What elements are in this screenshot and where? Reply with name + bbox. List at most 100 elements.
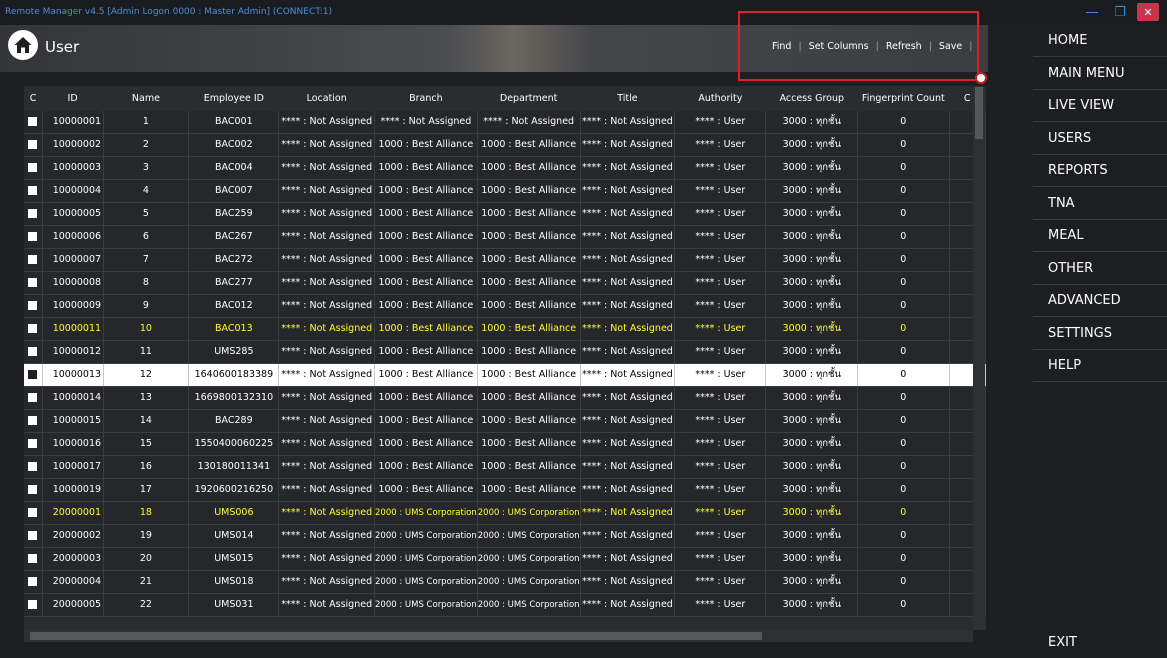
home-icon[interactable] [8,30,38,60]
cell-emp: BAC277 [188,271,280,295]
row-checkbox[interactable] [28,393,38,402]
sidebar-item-reports[interactable]: REPORTS [1033,155,1167,187]
exit-button[interactable]: EXIT [1033,627,1167,658]
sidebar-item-other[interactable]: OTHER [1033,253,1167,285]
row-checkbox[interactable] [28,209,38,218]
table-row[interactable]: 10000015 14 BAC289 **** : Not Assigned 1000 … [24,409,986,433]
vertical-scrollbar[interactable] [973,87,985,630]
cell-fp: 0 [857,340,950,364]
row-checkbox[interactable] [28,140,38,149]
row-checkbox[interactable] [28,600,38,609]
cell-id: 10000003 [42,156,104,180]
row-checkbox[interactable] [28,186,38,195]
row-checkbox[interactable] [28,347,38,356]
row-checkbox[interactable] [28,462,38,471]
table-row[interactable]: 20000002 19 UMS014 **** : Not Assigned 2000 … [24,524,986,548]
cell-branch: 2000 : UMS Corporation [374,547,478,571]
row-checkbox[interactable] [28,531,38,540]
cell-fp: 0 [857,524,950,548]
sidebar-item-main-menu[interactable]: MAIN MENU [1033,58,1167,90]
column-header[interactable]: Employee ID [188,86,279,111]
table-row[interactable]: 10000014 13 1669800132310 **** : Not Assign… [24,386,986,410]
table-row[interactable]: 10000002 2 BAC002 **** : Not Assigned 1000 :… [24,133,986,157]
cell-auth: **** : User [674,179,767,203]
table-row[interactable]: 20000004 21 UMS018 **** : Not Assigned 2000 … [24,570,986,594]
cell-emp: 1640600183389 [188,363,280,387]
table-row[interactable]: 10000005 5 BAC259 **** : Not Assigned 1000 :… [24,202,986,226]
cell-auth: **** : User [674,248,767,272]
table-row[interactable]: 10000004 4 BAC007 **** : Not Assigned 1000 :… [24,179,986,203]
table-row[interactable]: 10000001 1 BAC001 **** : Not Assigned **** :… [24,111,986,134]
close-icon[interactable]: ✕ [1137,3,1159,21]
column-header[interactable]: Department [477,86,581,111]
page-title: User [45,38,80,56]
minimize-icon[interactable]: — [1081,3,1103,21]
table-row[interactable]: 10000017 16 130180011341 **** : Not Assigne… [24,455,986,479]
row-checkbox[interactable] [28,324,38,333]
table-row[interactable]: 20000003 20 UMS015 **** : Not Assigned 2000 … [24,547,986,571]
column-header[interactable]: Fingerprint Count [857,86,949,111]
table-row[interactable]: 10000013 12 1640600183389 **** : Not Assign… [24,363,986,387]
row-checkbox[interactable] [28,163,38,172]
row-checkbox[interactable] [28,301,38,310]
table-row[interactable]: 10000012 11 UMS285 **** : Not Assigned 1000 … [24,340,986,364]
cell-name: 1 [103,111,190,134]
column-header[interactable]: C [24,86,43,111]
table-row[interactable]: 20000001 18 UMS006 **** : Not Assigned 2000 … [24,501,986,525]
cell-emp: BAC007 [188,179,280,203]
row-checkbox[interactable] [28,439,38,448]
row-checkbox[interactable] [28,255,38,264]
cell-emp: UMS018 [188,570,280,594]
cell-group: 3000 : ทุกชั้น [765,111,859,134]
sidebar-item-tna[interactable]: TNA [1033,188,1167,220]
row-checkbox[interactable] [28,117,38,126]
table-row[interactable]: 10000006 6 BAC267 **** : Not Assigned 1000 :… [24,225,986,249]
sidebar-item-help[interactable]: HELP [1033,350,1167,382]
table-row[interactable]: 10000003 3 BAC004 **** : Not Assigned 1000 :… [24,156,986,180]
restore-icon[interactable]: ❐ [1109,3,1131,21]
column-header[interactable]: Location [278,86,375,111]
cell-loc: **** : Not Assigned [278,202,375,226]
row-checkbox[interactable] [28,485,38,494]
sidebar-item-live-view[interactable]: LIVE VIEW [1033,90,1167,122]
column-chooser-icon[interactable] [975,72,987,84]
table-row[interactable]: 10000009 9 BAC012 **** : Not Assigned 1000 :… [24,294,986,318]
row-checkbox-cell [24,271,43,295]
column-header[interactable]: Name [103,86,189,111]
cell-emp: UMS014 [188,524,280,548]
column-header[interactable]: Branch [374,86,478,111]
cell-dept: 1000 : Best Alliance [477,455,581,479]
sidebar-item-home[interactable]: HOME [1033,25,1167,57]
table-row[interactable]: 20000005 22 UMS031 **** : Not Assigned 2000 … [24,593,986,617]
row-checkbox[interactable] [28,577,38,586]
column-header[interactable]: ID [42,86,104,111]
row-checkbox[interactable] [28,508,38,517]
sidebar-item-users[interactable]: USERS [1033,123,1167,155]
row-checkbox[interactable] [28,416,38,425]
scrollbar-thumb[interactable] [975,87,983,139]
row-checkbox[interactable] [28,278,38,287]
sidebar-item-advanced[interactable]: ADVANCED [1033,285,1167,317]
cell-fp: 0 [857,111,950,134]
row-checkbox[interactable] [28,554,38,563]
sidebar-item-settings[interactable]: SETTINGS [1033,318,1167,350]
cell-dept: 1000 : Best Alliance [477,202,581,226]
row-checkbox[interactable] [28,232,38,241]
sidebar-item-meal[interactable]: MEAL [1033,220,1167,252]
column-header[interactable]: Access Group [765,86,858,111]
column-header[interactable]: Authority [674,86,766,111]
cell-title: **** : Not Assigned [580,248,676,272]
horizontal-scrollbar[interactable] [24,630,973,642]
table-row[interactable]: 10000007 7 BAC272 **** : Not Assigned 1000 :… [24,248,986,272]
cell-id: 10000004 [42,179,104,203]
scrollbar-thumb[interactable] [30,632,762,640]
cell-auth: **** : User [674,340,767,364]
table-row[interactable]: 10000019 17 1920600216250 **** : Not Assign… [24,478,986,502]
table-row[interactable]: 10000008 8 BAC277 **** : Not Assigned 1000 :… [24,271,986,295]
table-row[interactable]: 10000016 15 1550400060225 **** : Not Assign… [24,432,986,456]
table-row[interactable]: 10000011 10 BAC013 **** : Not Assigned 1000 … [24,317,986,341]
row-checkbox[interactable] [28,370,38,379]
cell-auth: **** : User [674,363,767,387]
cell-title: **** : Not Assigned [580,225,676,249]
column-header[interactable]: Title [580,86,675,111]
